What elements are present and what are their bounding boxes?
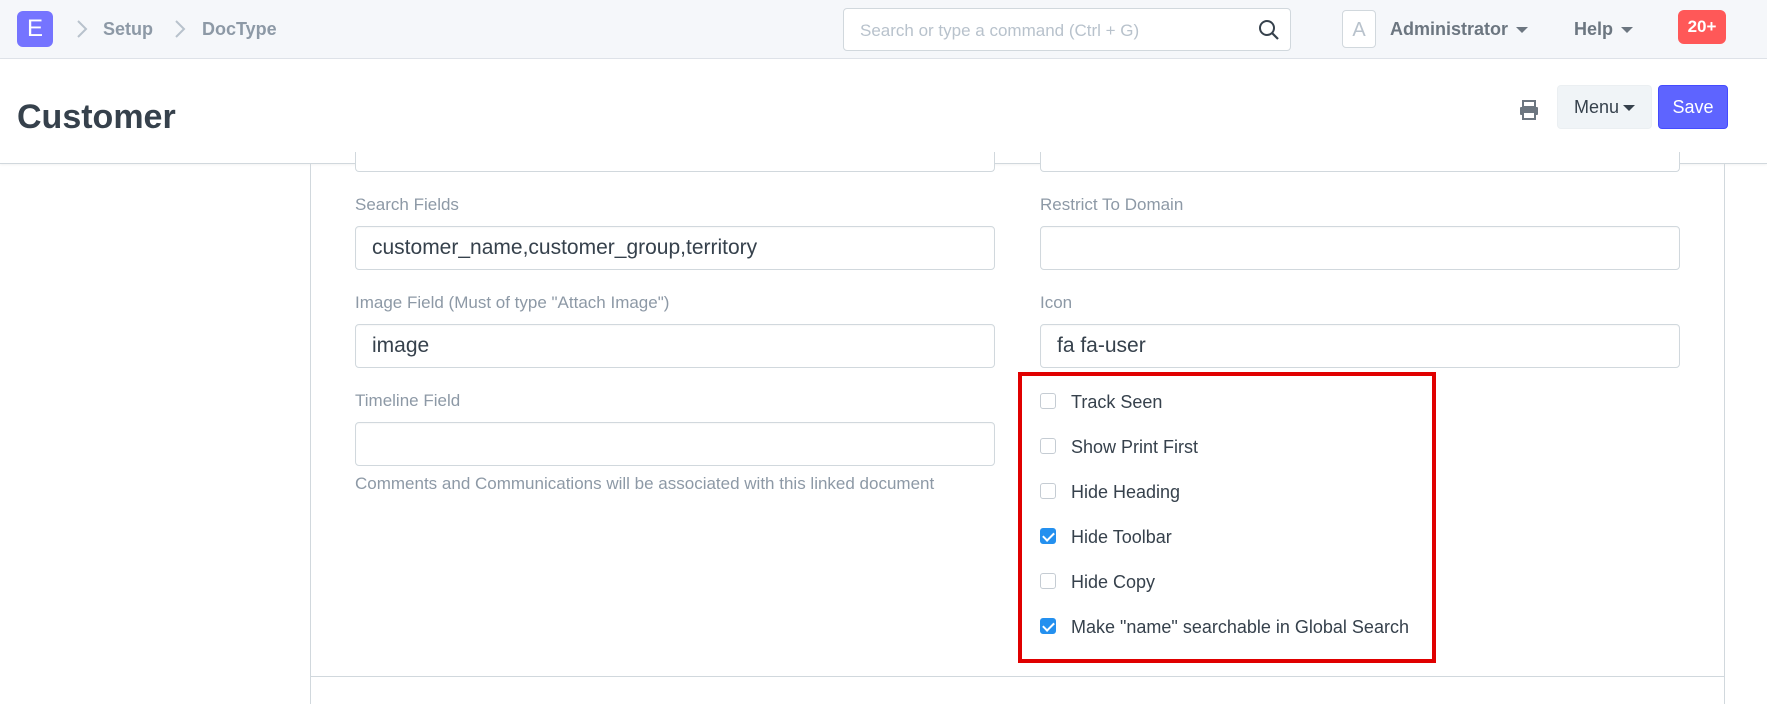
timeline-field-label: Timeline Field: [355, 391, 461, 410]
user-menu-label: Administrator: [1390, 19, 1509, 39]
timeline-field-input[interactable]: [355, 422, 995, 466]
menu-button[interactable]: Menu: [1557, 85, 1652, 129]
search-fields-input[interactable]: customer_name,customer_group,territory: [355, 226, 995, 270]
print-icon[interactable]: [1517, 98, 1541, 122]
timeline-field-help: Comments and Communications will be asso…: [355, 474, 935, 493]
caret-down-icon: [1623, 105, 1636, 112]
icon-field-input[interactable]: fa fa-user: [1040, 324, 1680, 368]
breadcrumb-doctype[interactable]: DocType: [202, 17, 277, 41]
notifications-badge[interactable]: 20+: [1678, 10, 1726, 44]
image-field-input[interactable]: image: [355, 324, 995, 368]
caret-down-icon: [1516, 27, 1529, 34]
highlight-annotation: [1018, 372, 1436, 663]
chevron-right-icon: [175, 20, 186, 38]
field-input-partial[interactable]: [355, 152, 995, 172]
user-menu[interactable]: Administrator: [1390, 17, 1529, 41]
page-title: Customer: [17, 98, 176, 136]
search-input[interactable]: [858, 9, 1252, 52]
help-menu-label: Help: [1574, 19, 1614, 39]
restrict-to-domain-label: Restrict To Domain: [1040, 195, 1184, 214]
menu-button-label: Menu: [1573, 97, 1620, 117]
breadcrumb-setup[interactable]: Setup: [103, 17, 153, 41]
navbar: E Setup DocType A Administrator Help 20+: [0, 0, 1767, 59]
save-button[interactable]: Save: [1658, 85, 1728, 129]
chevron-right-icon: [77, 20, 88, 38]
search-fields-label: Search Fields: [355, 195, 459, 214]
page-head: Customer Menu Save: [0, 59, 1767, 164]
search-icon[interactable]: [1258, 19, 1280, 41]
help-menu[interactable]: Help: [1574, 17, 1634, 41]
section-divider: [310, 676, 1725, 677]
avatar[interactable]: A: [1342, 10, 1376, 48]
restrict-to-domain-input[interactable]: [1040, 226, 1680, 270]
app-logo[interactable]: E: [17, 11, 53, 47]
icon-field-label: Icon: [1040, 293, 1073, 312]
image-field-label: Image Field (Must of type "Attach Image"…: [355, 293, 670, 312]
search-box: [843, 8, 1291, 52]
field-input-partial[interactable]: [1040, 152, 1680, 172]
caret-down-icon: [1621, 27, 1634, 34]
